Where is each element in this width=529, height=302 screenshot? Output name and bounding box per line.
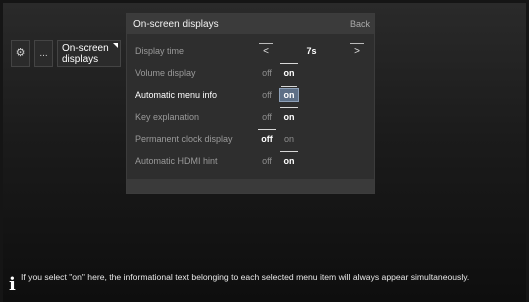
- ellipsis-label: ...: [39, 48, 48, 59]
- display-time-row[interactable]: Display time < 7s >: [127, 40, 374, 62]
- off-option[interactable]: off: [257, 154, 277, 168]
- on-option[interactable]: on: [279, 107, 299, 124]
- permanent-clock-row[interactable]: Permanent clock display off on: [127, 128, 374, 150]
- row-label: Display time: [135, 46, 185, 56]
- row-label: Permanent clock display: [135, 134, 233, 144]
- gear-icon: ⚙: [15, 47, 26, 59]
- increase-button[interactable]: >: [348, 42, 366, 57]
- breadcrumb-more[interactable]: ...: [34, 40, 53, 67]
- display-time-stepper[interactable]: < 7s >: [257, 42, 366, 59]
- screen: ⚙ ... On-screen displays On-screen displ…: [3, 3, 526, 302]
- automatic-menu-info-row[interactable]: Automatic menu info off on: [127, 84, 374, 106]
- on-option[interactable]: on: [279, 132, 299, 146]
- off-option[interactable]: off: [257, 66, 277, 80]
- row-label: Key explanation: [135, 112, 200, 122]
- panel-footer: [127, 179, 374, 193]
- key-explanation-toggle[interactable]: off on: [257, 107, 299, 124]
- row-label: Automatic HDMI hint: [135, 156, 218, 166]
- on-option[interactable]: on: [279, 63, 299, 80]
- off-option[interactable]: off: [257, 129, 277, 146]
- back-button[interactable]: Back: [350, 19, 370, 29]
- breadcrumb-on-screen-displays[interactable]: On-screen displays: [57, 40, 121, 67]
- permanent-clock-toggle[interactable]: off on: [257, 129, 299, 146]
- row-label: Volume display: [135, 68, 196, 78]
- automatic-menu-info-toggle[interactable]: off on: [257, 86, 299, 102]
- info-bar: i If you select "on" here, the informati…: [9, 272, 509, 294]
- display-time-value: 7s: [306, 46, 317, 56]
- off-option[interactable]: off: [257, 88, 277, 102]
- breadcrumb-label: On-screen displays: [62, 43, 109, 65]
- hdmi-hint-toggle[interactable]: off on: [257, 151, 299, 168]
- breadcrumb-settings[interactable]: ⚙: [11, 40, 30, 67]
- decrease-button[interactable]: <: [257, 42, 275, 57]
- volume-display-row[interactable]: Volume display off on: [127, 62, 374, 84]
- off-option[interactable]: off: [257, 110, 277, 124]
- breadcrumb: ⚙ ... On-screen displays: [11, 40, 121, 67]
- settings-panel: On-screen displays Back Display time < 7…: [126, 13, 375, 194]
- on-option[interactable]: on: [279, 86, 299, 102]
- on-option[interactable]: on: [279, 151, 299, 168]
- volume-display-toggle[interactable]: off on: [257, 63, 299, 80]
- info-text: If you select "on" here, the information…: [21, 272, 470, 282]
- corner-marker-icon: [113, 43, 118, 48]
- hdmi-hint-row[interactable]: Automatic HDMI hint off on: [127, 150, 374, 172]
- key-explanation-row[interactable]: Key explanation off on: [127, 106, 374, 128]
- panel-title: On-screen displays: [133, 18, 219, 30]
- panel-header: On-screen displays Back: [127, 14, 374, 34]
- info-icon: i: [9, 274, 16, 295]
- row-label: Automatic menu info: [135, 90, 218, 100]
